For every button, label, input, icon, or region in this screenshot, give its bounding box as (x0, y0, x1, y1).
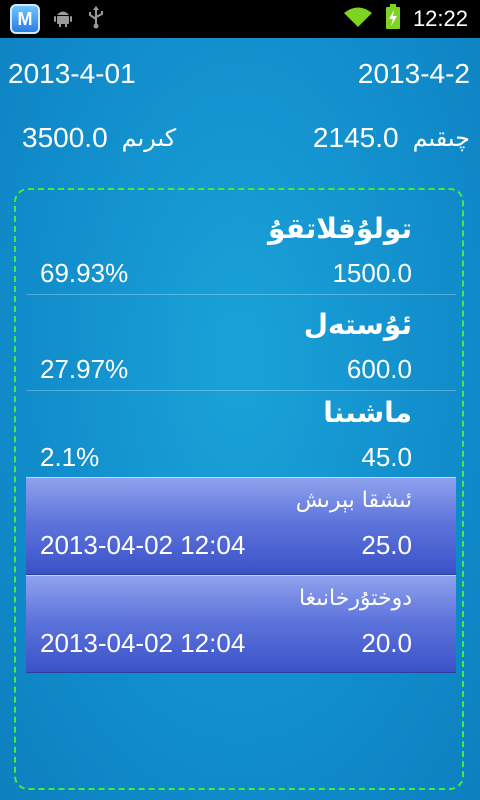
category-percent: 2.1% (40, 442, 100, 472)
category-row[interactable]: تولۇقلاتقۇ 69.93% 1500.0 (26, 198, 456, 295)
income-value: 3500.0 (22, 122, 108, 153)
android-debug-icon (52, 6, 74, 32)
wifi-icon (343, 6, 373, 32)
category-amount: 600.0 (346, 354, 412, 384)
category-row[interactable]: ماشىنا 2.1% 45.0 (26, 382, 456, 478)
usb-icon (86, 5, 106, 33)
status-bar: M 12:22 (0, 0, 480, 38)
expense-label: چىقىم (412, 124, 470, 152)
category-row[interactable]: ئۇستەل 27.97% 600.0 (26, 294, 456, 391)
category-percent: 27.97% (40, 354, 129, 384)
category-label: تولۇقلاتقۇ (268, 212, 412, 245)
start-date[interactable]: 2013-4-01 (8, 58, 136, 90)
income-summary: 3500.0 كىرىم (22, 122, 176, 154)
transaction-label: ئىشقا بېرىش (295, 488, 412, 513)
expense-summary: 2145.0 چىقىم (313, 122, 470, 154)
income-label: كىرىم (121, 124, 177, 152)
transaction-datetime: 2013-04-02 12:04 (40, 628, 246, 658)
category-amount: 45.0 (361, 442, 412, 472)
category-label: ئۇستەل (303, 308, 412, 341)
app-logo-icon: M (10, 4, 40, 34)
expense-value: 2145.0 (312, 122, 399, 153)
end-date[interactable]: 2013-4-2 (358, 58, 470, 90)
battery-charging-icon (385, 4, 401, 34)
category-percent: 69.93% (40, 258, 129, 288)
transaction-row[interactable]: دوختۇرخانىغا 2013-04-02 12:04 20.0 (26, 575, 456, 673)
transaction-amount: 25.0 (361, 530, 412, 560)
category-amount: 1500.0 (332, 258, 412, 288)
transaction-amount: 20.0 (361, 628, 412, 658)
transaction-label: دوختۇرخانىغا (298, 586, 412, 611)
clock-time: 12:22 (412, 6, 468, 31)
transaction-row[interactable]: ئىشقا بېرىش 2013-04-02 12:04 25.0 (26, 477, 456, 575)
category-label: ماشىنا (323, 396, 412, 429)
transaction-datetime: 2013-04-02 12:04 (40, 530, 246, 560)
